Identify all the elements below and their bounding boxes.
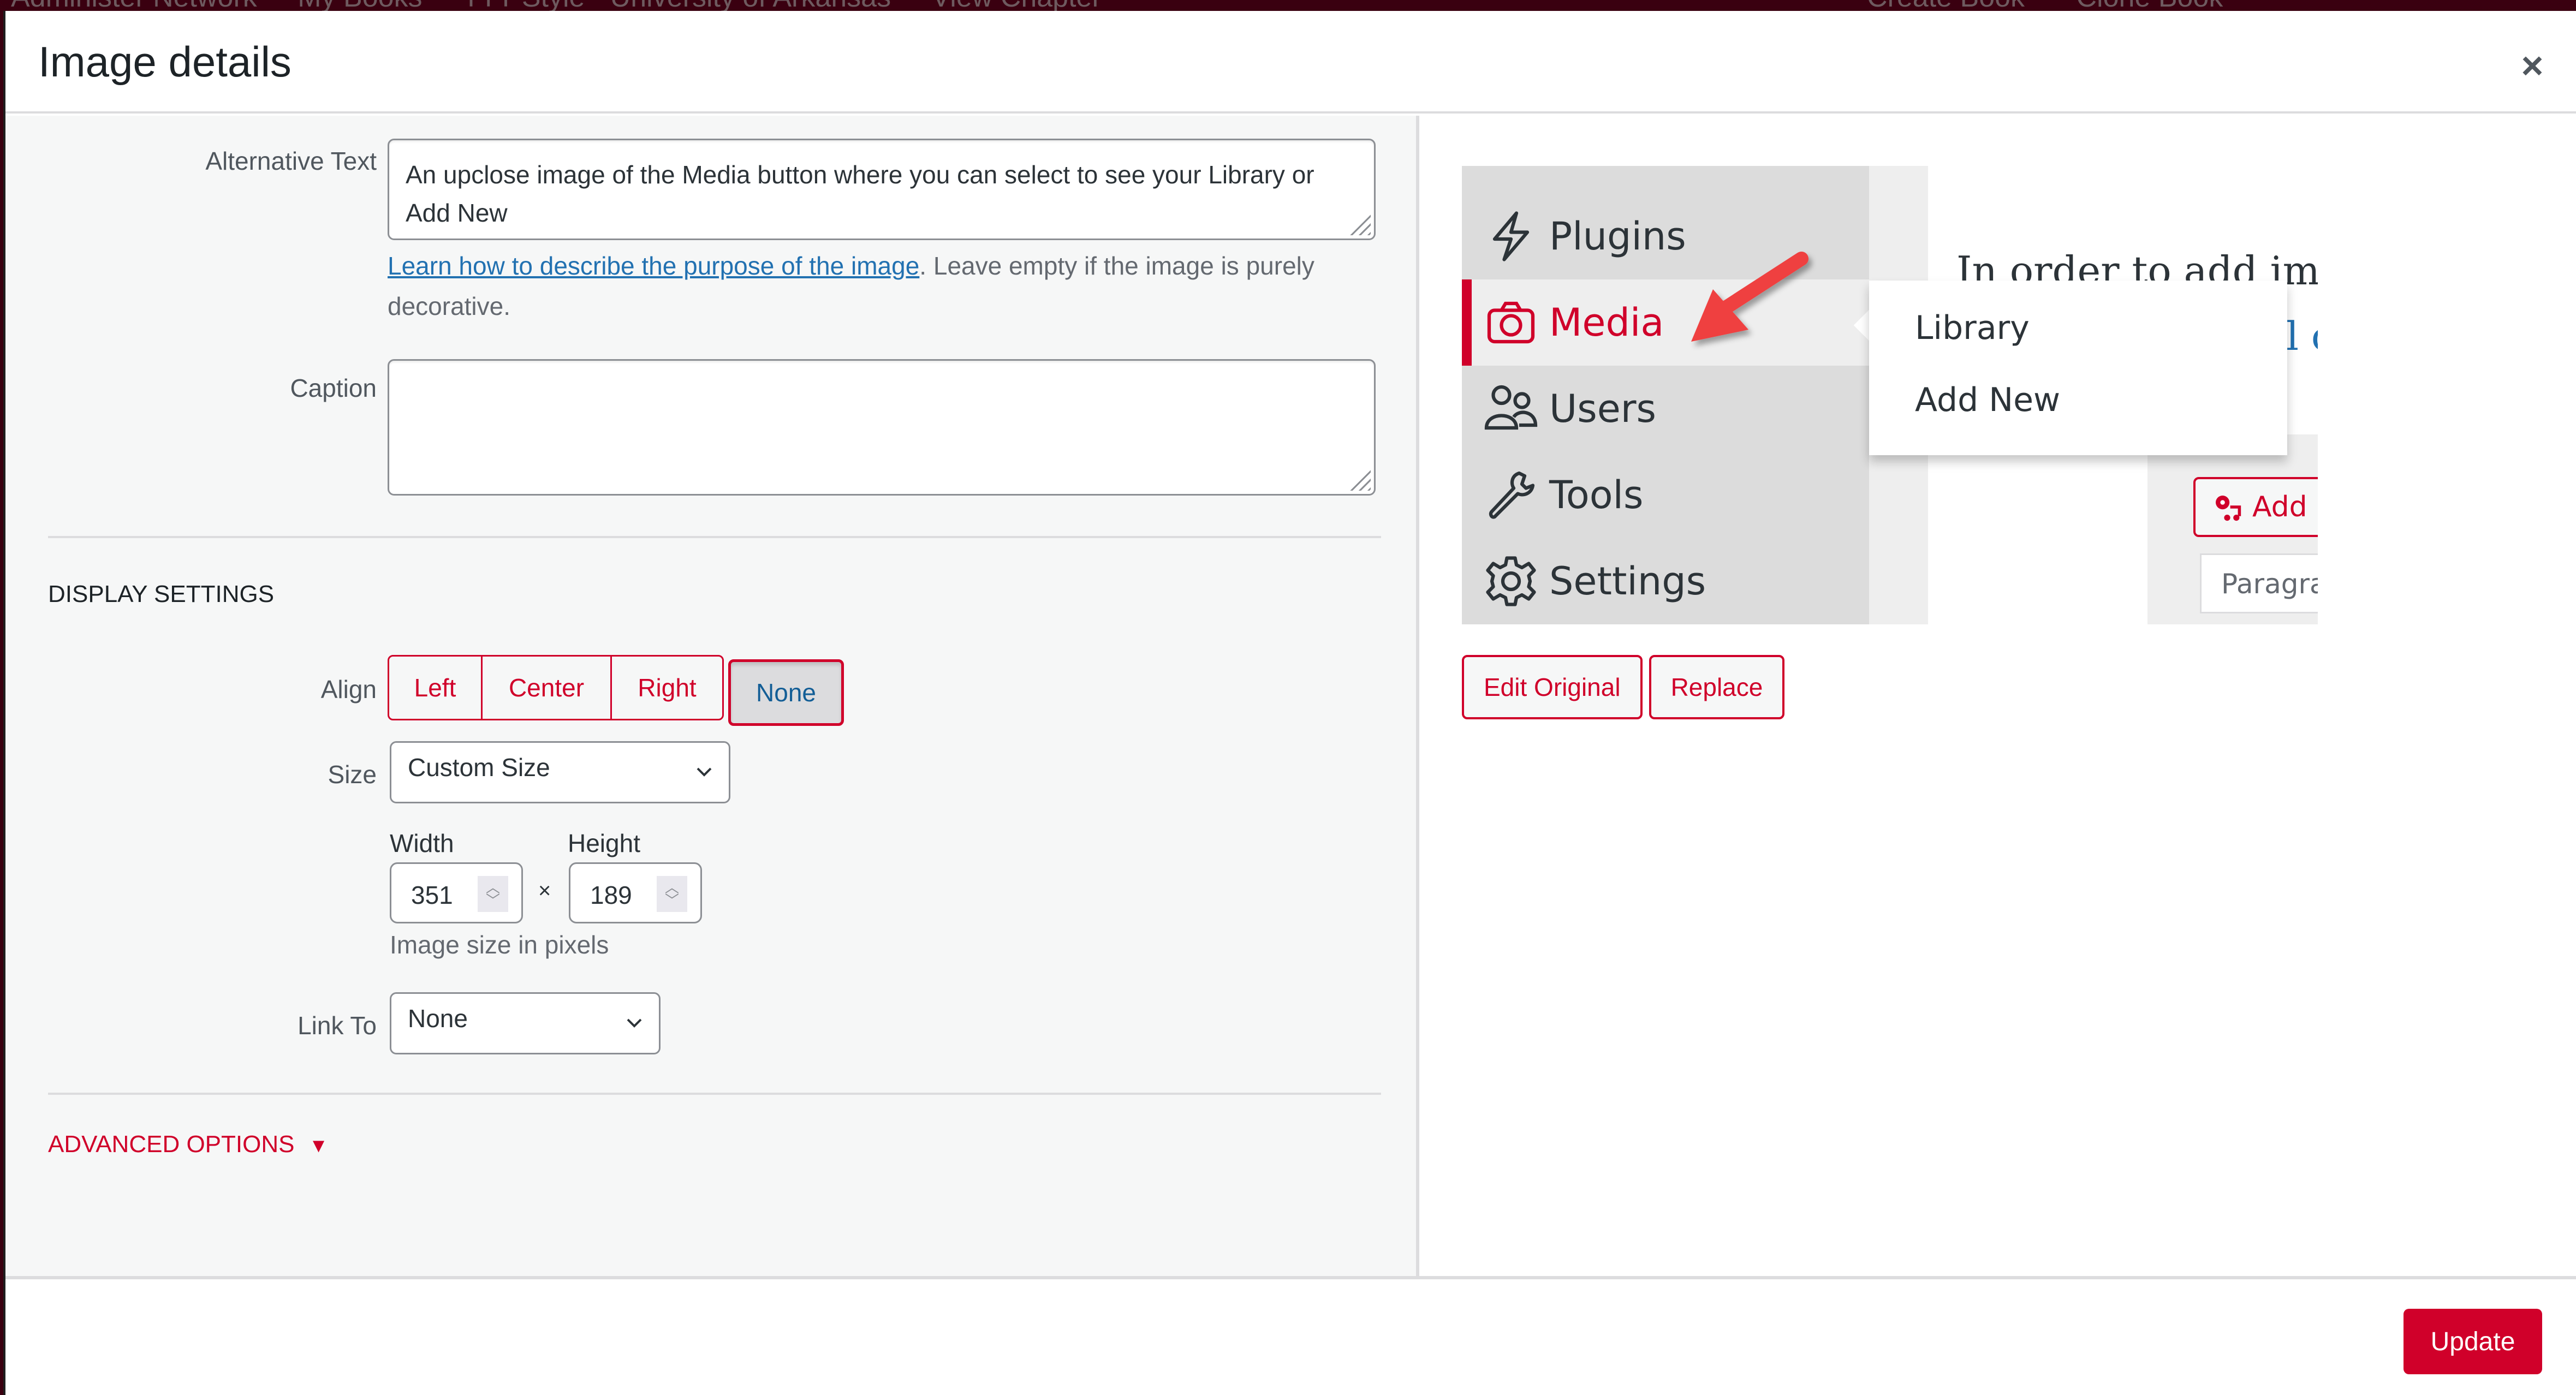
caption-label: Caption xyxy=(290,374,377,402)
size-label: Size xyxy=(328,760,377,789)
size-select-value: Custom Size xyxy=(408,753,550,782)
alt-text-help: Learn how to describe the purpose of the… xyxy=(388,246,1381,326)
admin-bar-item: Administer Network xyxy=(11,0,257,12)
preview-menu-label: Media xyxy=(1549,300,1664,345)
camera-icon xyxy=(1487,301,1535,344)
preview-menu-item-tools: Tools xyxy=(1462,452,1869,538)
image-preview-panel: In order to add ima l c Plugins Media Us… xyxy=(1423,116,2576,1276)
width-label: Width xyxy=(390,829,454,857)
preview-menu-item-settings: Settings xyxy=(1462,538,1869,624)
gear-icon xyxy=(1486,556,1536,606)
advanced-options-toggle[interactable]: Advanced Options ▼ xyxy=(48,1131,328,1158)
plugins-icon xyxy=(1492,211,1530,261)
image-preview: In order to add ima l c Plugins Media Us… xyxy=(1462,166,2318,624)
image-details-modal: Image details × Alternative Text An upcl… xyxy=(3,11,2576,1395)
chevron-down-icon xyxy=(697,767,712,777)
modal-header: Image details × xyxy=(5,11,2576,114)
height-value: 189 xyxy=(590,881,632,909)
chevron-down-icon: ﹀ xyxy=(664,892,679,909)
preview-paragraph-select: Paragra xyxy=(2200,553,2318,613)
triangle-down-icon: ▼ xyxy=(308,1134,329,1156)
preview-flyout-add-new: Add New xyxy=(1915,381,2061,419)
preview-add-media-button: Add xyxy=(2193,477,2318,537)
preview-content-text: l c xyxy=(2286,313,2318,359)
admin-bar-background: Administer Network My Books TTT Style - … xyxy=(0,0,2576,12)
preview-flyout-library: Library xyxy=(1915,309,2030,347)
width-stepper[interactable]: ︿ ﹀ xyxy=(478,876,508,912)
add-media-icon xyxy=(2216,496,2241,521)
link-to-label: Link To xyxy=(298,1011,377,1040)
admin-bar-item: My Books xyxy=(298,0,422,12)
admin-bar-item: TTT Style - University of Arkansas xyxy=(462,0,891,12)
caption-textarea[interactable] xyxy=(388,359,1376,496)
edit-original-button[interactable]: Edit Original xyxy=(1462,655,1643,719)
image-settings-panel: Alternative Text An upclose image of the… xyxy=(5,116,1419,1276)
wrench-icon xyxy=(1489,471,1535,519)
users-icon xyxy=(1484,385,1538,430)
modal-title: Image details xyxy=(38,38,291,86)
preview-menu-item-users: Users xyxy=(1462,366,1869,452)
align-left-button[interactable]: Left xyxy=(388,655,483,720)
chevron-down-icon xyxy=(627,1018,642,1028)
resize-handle-icon[interactable] xyxy=(1349,469,1371,491)
preview-menu-label: Users xyxy=(1549,386,1657,431)
replace-button[interactable]: Replace xyxy=(1649,655,1785,719)
close-icon: × xyxy=(2521,44,2544,87)
link-to-select-value: None xyxy=(408,1004,468,1033)
alt-text-help-link[interactable]: Learn how to describe the purpose of the… xyxy=(388,252,919,280)
align-button-group: Left Center Right None xyxy=(388,655,844,726)
dimensions-help: Image size in pixels xyxy=(390,931,609,959)
admin-bar-item: Clone Book xyxy=(2077,0,2223,12)
chevron-down-icon: ﹀ xyxy=(485,892,500,909)
align-center-button[interactable]: Center xyxy=(481,655,612,720)
preview-menu-label: Settings xyxy=(1549,559,1706,604)
update-button[interactable]: Update xyxy=(2404,1309,2542,1374)
alt-text-label: Alternative Text xyxy=(205,147,377,175)
display-settings-heading: Display Settings xyxy=(48,581,275,607)
alt-text-textarea[interactable]: An upclose image of the Media button whe… xyxy=(388,139,1376,240)
resize-handle-icon[interactable] xyxy=(1349,213,1371,235)
height-label: Height xyxy=(568,829,640,857)
advanced-options-label: Advanced Options xyxy=(48,1131,295,1158)
modal-footer: Update xyxy=(5,1276,2576,1395)
section-divider xyxy=(48,1093,1381,1095)
height-input[interactable]: 189 ︿ ﹀ xyxy=(569,862,702,923)
align-right-button[interactable]: Right xyxy=(610,655,724,720)
height-stepper[interactable]: ︿ ﹀ xyxy=(657,876,687,912)
preview-add-label: Add xyxy=(2252,491,2307,523)
link-to-select[interactable]: None xyxy=(390,992,661,1054)
width-value: 351 xyxy=(411,881,453,909)
dimension-separator: × xyxy=(538,879,551,903)
admin-bar-item: View Chapter xyxy=(932,0,1102,12)
preview-actions: Edit Original Replace xyxy=(1462,655,1785,719)
alt-text-value: An upclose image of the Media button whe… xyxy=(406,160,1314,227)
align-label: Align xyxy=(320,675,377,704)
section-divider xyxy=(48,536,1381,538)
size-select[interactable]: Custom Size xyxy=(390,741,730,803)
width-input[interactable]: 351 ︿ ﹀ xyxy=(390,862,523,923)
preview-menu-label: Tools xyxy=(1549,473,1644,517)
close-button[interactable]: × xyxy=(2510,44,2554,87)
align-none-button[interactable]: None xyxy=(728,659,844,726)
red-arrow-annotation-icon xyxy=(1691,252,1808,342)
preview-media-flyout: Library Add New xyxy=(1869,281,2287,455)
admin-bar-item: Create Book xyxy=(1867,0,2025,12)
